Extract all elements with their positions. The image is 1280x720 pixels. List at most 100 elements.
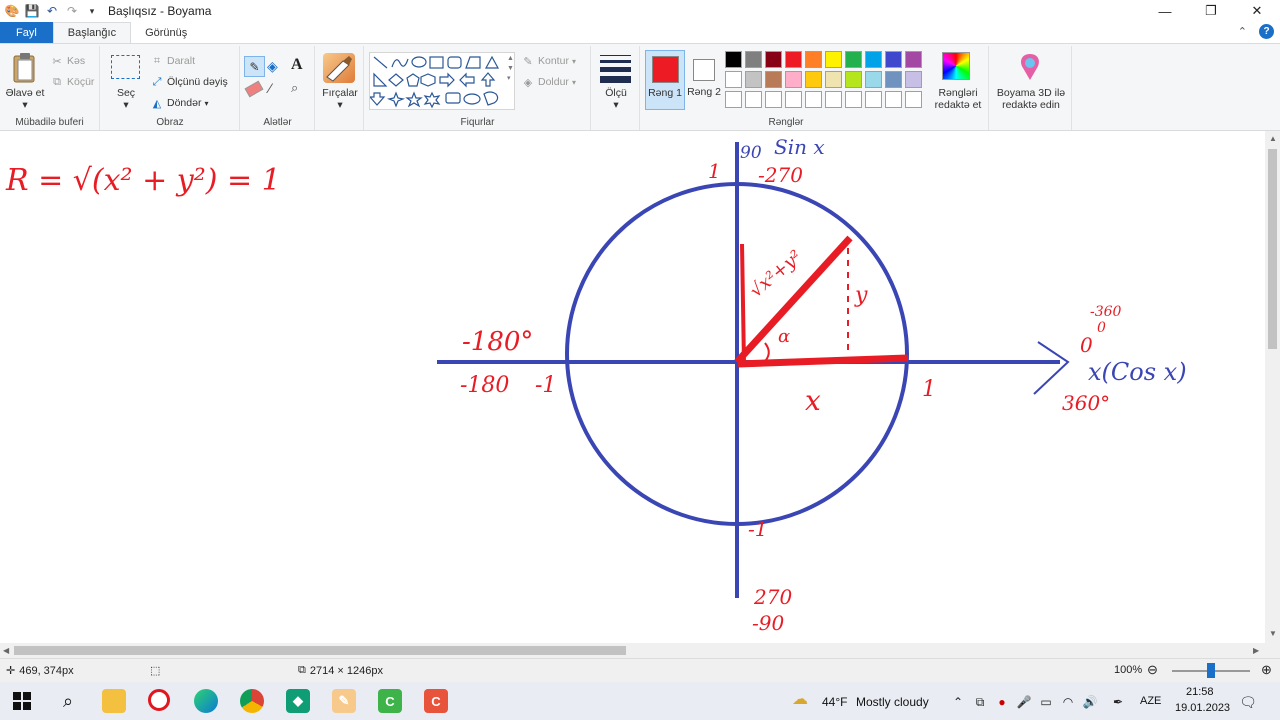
palette-swatch[interactable]: [885, 91, 902, 108]
close-button[interactable]: ✕: [1234, 0, 1280, 22]
paint3d-button[interactable]: Boyama 3D ilə redaktə edin: [992, 87, 1070, 111]
color2-button[interactable]: Rəng 2: [687, 50, 721, 110]
paste-button[interactable]: Əlavə et ▾: [4, 87, 46, 111]
paint3d-group[interactable]: Boyama 3D ilə redaktə edin: [990, 46, 1072, 130]
notifications-icon[interactable]: 🗨: [1239, 694, 1257, 710]
minimize-button[interactable]: —: [1142, 0, 1188, 22]
zoom-slider-thumb[interactable]: [1207, 663, 1215, 678]
vertical-scrollbar[interactable]: ▲ ▼: [1265, 131, 1280, 643]
clock-time[interactable]: 21:58: [1186, 686, 1214, 698]
palette-swatch[interactable]: [905, 91, 922, 108]
scroll-down-icon[interactable]: ▼: [1269, 629, 1277, 638]
palette-swatch[interactable]: [785, 71, 802, 88]
palette-swatch[interactable]: [845, 51, 862, 68]
file-explorer-icon[interactable]: [102, 689, 126, 713]
palette-swatch[interactable]: [885, 71, 902, 88]
weather-text[interactable]: Mostly cloudy: [856, 695, 929, 709]
tab-home[interactable]: Başlanğıc: [52, 22, 132, 43]
palette-swatch[interactable]: [805, 71, 822, 88]
palette-swatch[interactable]: [745, 91, 762, 108]
palette-swatch[interactable]: [805, 91, 822, 108]
palette-swatch[interactable]: [865, 71, 882, 88]
copy-button[interactable]: ⧉ Köçür: [50, 75, 94, 89]
palette-swatch[interactable]: [845, 71, 862, 88]
kaspersky-icon[interactable]: ◆: [286, 689, 310, 713]
save-icon[interactable]: 💾: [24, 3, 40, 19]
edit-colors-button[interactable]: Rəngləri redaktə et: [929, 87, 987, 111]
volume-icon[interactable]: 🔊: [1082, 694, 1098, 710]
opera-icon[interactable]: [148, 689, 170, 711]
zoom-out-icon[interactable]: ⊖: [1147, 662, 1158, 678]
palette-swatch[interactable]: [765, 51, 782, 68]
palette-swatch[interactable]: [845, 91, 862, 108]
restore-button[interactable]: ❐: [1188, 0, 1234, 22]
magnifier-icon[interactable]: ⌕: [291, 80, 298, 96]
palette-swatch[interactable]: [725, 71, 742, 88]
outline-button[interactable]: ✎ Kontur ▾: [521, 54, 576, 68]
size-button[interactable]: Ölçü ▾: [592, 87, 640, 111]
paint-taskbar-icon[interactable]: ✎: [332, 689, 356, 713]
fill-button[interactable]: ◈ Doldur ▾: [521, 75, 576, 89]
palette-swatch[interactable]: [825, 51, 842, 68]
scroll-right-icon[interactable]: ▶: [1253, 646, 1259, 655]
weather-icon[interactable]: ☁: [792, 691, 808, 708]
select-icon[interactable]: [111, 55, 140, 79]
undo-icon[interactable]: ↶: [44, 3, 60, 19]
chrome-icon[interactable]: [240, 689, 264, 713]
palette-swatch[interactable]: [765, 71, 782, 88]
battery-icon[interactable]: ▭: [1038, 694, 1054, 710]
drawing-canvas[interactable]: R = √(x² + y²) = 1 90 Sin x x(Cos x) 1 -…: [0, 131, 1265, 643]
palette-swatch[interactable]: [805, 51, 822, 68]
scroll-up-icon[interactable]: ▲: [1269, 134, 1277, 143]
fill-bucket-icon[interactable]: ◈: [267, 58, 278, 75]
language-indicator[interactable]: AZE: [1140, 695, 1161, 707]
palette-swatch[interactable]: [905, 51, 922, 68]
pen-icon[interactable]: ✒: [1110, 694, 1126, 710]
palette-swatch[interactable]: [825, 71, 842, 88]
edit-colors-icon[interactable]: [942, 52, 970, 80]
color-picker-icon[interactable]: ⁄: [269, 80, 271, 96]
horizontal-scroll-thumb[interactable]: [14, 646, 626, 655]
customize-quick-access-icon[interactable]: ▾: [84, 3, 100, 19]
palette-swatch[interactable]: [865, 51, 882, 68]
palette-swatch[interactable]: [825, 91, 842, 108]
antivirus-tray-icon[interactable]: ●: [994, 694, 1010, 710]
meet-now-icon[interactable]: ⧉: [972, 694, 988, 710]
text-tool-icon[interactable]: A: [291, 56, 303, 74]
camtasia-red-icon[interactable]: C: [424, 689, 448, 713]
palette-swatch[interactable]: [745, 51, 762, 68]
camtasia-green-icon[interactable]: C: [378, 689, 402, 713]
start-icon[interactable]: [10, 689, 34, 713]
shapes-scroll-icon[interactable]: ▲ ▼ ▾: [507, 54, 514, 84]
help-icon[interactable]: ?: [1259, 24, 1274, 39]
search-icon[interactable]: ⌕: [56, 689, 80, 713]
scroll-left-icon[interactable]: ◀: [3, 646, 9, 655]
palette-swatch[interactable]: [785, 91, 802, 108]
resize-button[interactable]: ⤢ Ölçünü dəyiş: [150, 75, 228, 89]
edge-icon[interactable]: [194, 689, 218, 713]
palette-swatch[interactable]: [725, 51, 742, 68]
palette-swatch[interactable]: [905, 71, 922, 88]
cut-button[interactable]: ✂ Kəs: [50, 54, 85, 68]
zoom-in-icon[interactable]: ⊕: [1261, 662, 1272, 678]
eraser-icon[interactable]: [244, 80, 264, 98]
palette-swatch[interactable]: [765, 91, 782, 108]
palette-swatch[interactable]: [785, 51, 802, 68]
select-button[interactable]: Seç ▾: [109, 87, 143, 111]
shapes-gallery[interactable]: [368, 52, 515, 110]
vertical-scroll-thumb[interactable]: [1268, 149, 1277, 349]
brushes-group[interactable]: Fırçalar ▾: [316, 46, 364, 130]
collapse-ribbon-icon[interactable]: ⌃: [1238, 25, 1247, 38]
color1-button[interactable]: Rəng 1: [645, 50, 685, 110]
paste-icon[interactable]: [12, 52, 38, 84]
palette-swatch[interactable]: [865, 91, 882, 108]
weather-temp[interactable]: 44°F: [822, 695, 847, 709]
microphone-icon[interactable]: 🎤: [1016, 694, 1032, 710]
redo-icon[interactable]: ↷: [64, 3, 80, 19]
pencil-icon[interactable]: ✎: [244, 56, 265, 77]
network-icon[interactable]: ◠: [1060, 694, 1076, 710]
clock-date[interactable]: 19.01.2023: [1175, 702, 1230, 714]
size-group[interactable]: Ölçü ▾: [592, 46, 640, 130]
tab-file[interactable]: Fayl: [0, 22, 53, 43]
palette-swatch[interactable]: [745, 71, 762, 88]
